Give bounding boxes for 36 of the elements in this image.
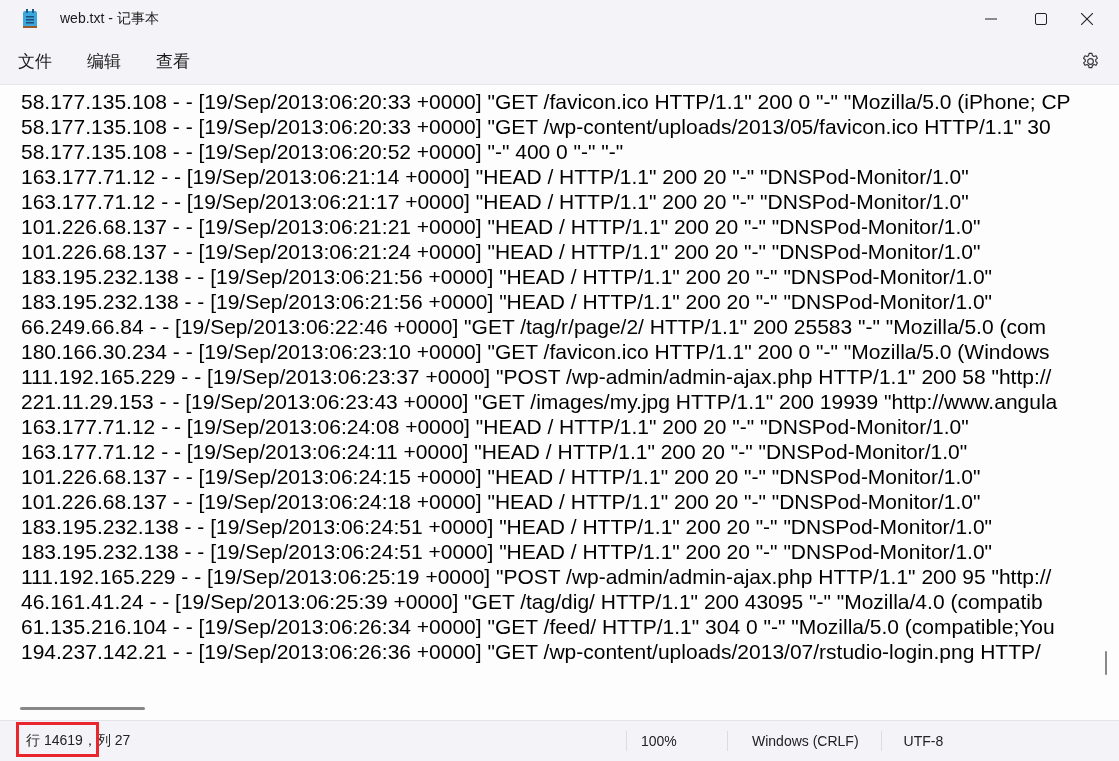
text-line: 163.177.71.12 - - [19/Sep/2013:06:24:11 +0000] "HEAD / HTTP/1.1" 200 20 "-" "DNSPod-Monitor/1.0" [21,439,968,464]
text-line: 183.195.232.138 - - [19/Sep/2013:06:24:51 +0000] "HEAD / HTTP/1.1" 200 20 "-" "DNSPod-Monitor/1.0" [21,539,993,564]
menu-item[interactable]: 编辑 [87,49,121,73]
text-line: 46.161.41.24 - - [19/Sep/2013:06:25:39 +0000] "GET /tag/dig/ HTTP/1.1" 200 43095 "-" "Mozilla/4.0 (compatib [21,589,1043,614]
text-line: 183.195.232.138 - - [19/Sep/2013:06:21:56 +0000] "HEAD / HTTP/1.1" 200 20 "-" "DNSPod-Monitor/1.0" [21,264,993,289]
line-ending: Windows (CRLF) [751,733,860,749]
menu-item[interactable]: 文件 [18,49,52,73]
text-line: 183.195.232.138 - - [19/Sep/2013:06:21:56 +0000] "HEAD / HTTP/1.1" 200 20 "-" "DNSPod-Monitor/1.0" [21,289,993,314]
zoom-level: 100% [640,733,678,749]
text-line: 111.192.165.229 - - [19/Sep/2013:06:25:19 +0000] "POST /wp-admin/admin-ajax.php HTTP/1.1" 200 95 "http:// [21,564,1052,589]
text-line: 180.166.30.234 - - [19/Sep/2013:06:23:10 +0000] "GET /favicon.ico HTTP/1.1" 200 0 "-" "Mozilla/5.0 (Windows [21,339,1050,364]
notepad-icon [22,9,38,29]
text-line: 66.249.66.84 - - [19/Sep/2013:06:22:46 +0000] "GET /tag/r/page/2/ HTTP/1.1" 200 25583 "-" "Mozilla/5.0 (com [21,314,1047,339]
text-line: 58.177.135.108 - - [19/Sep/2013:06:20:33 +0000] "GET /favicon.ico HTTP/1.1" 200 0 "-" "Mozilla/5.0 (iPhone; CP [21,89,1071,114]
close-icon[interactable] [1081,13,1093,25]
text-line: 194.237.142.21 - - [19/Sep/2013:06:26:36 +0000] "GET /wp-content/uploads/2013/07/rstudio-login.png HTTP/ [21,639,1041,664]
text-line: 101.226.68.137 - - [19/Sep/2013:06:21:21 +0000] "HEAD / HTTP/1.1" 200 20 "-" "DNSPod-Monitor/1.0" [21,214,981,239]
menu-item[interactable]: 查看 [156,49,190,73]
scrollbar-thumb[interactable] [20,707,145,710]
text-line: 183.195.232.138 - - [19/Sep/2013:06:24:51 +0000] "HEAD / HTTP/1.1" 200 20 "-" "DNSPod-Monitor/1.0" [21,514,993,539]
scrollbar-thumb[interactable] [1105,651,1107,675]
text-line: 61.135.216.104 - - [19/Sep/2013:06:26:34 +0000] "GET /feed/ HTTP/1.1" 304 0 "-" "Mozilla/5.0 (compatible;You [21,614,1055,639]
text-line: 221.11.29.153 - - [19/Sep/2013:06:23:43 +0000] "GET /images/my.jpg HTTP/1.1" 200 19939 "http://www.angula [21,389,1058,414]
text-line: 163.177.71.12 - - [19/Sep/2013:06:21:17 +0000] "HEAD / HTTP/1.1" 200 20 "-" "DNSPod-Monitor/1.0" [21,189,969,214]
text-line: 163.177.71.12 - - [19/Sep/2013:06:24:08 +0000] "HEAD / HTTP/1.1" 200 20 "-" "DNSPod-Monitor/1.0" [21,414,969,439]
settings-icon[interactable] [1081,51,1100,71]
text-line: 101.226.68.137 - - [19/Sep/2013:06:24:18 +0000] "HEAD / HTTP/1.1" 200 20 "-" "DNSPod-Monitor/1.0" [21,489,981,514]
encoding: UTF-8 [902,733,944,749]
text-line: 101.226.68.137 - - [19/Sep/2013:06:24:15 +0000] "HEAD / HTTP/1.1" 200 20 "-" "DNSPod-Monitor/1.0" [21,464,981,489]
text-line: 58.177.135.108 - - [19/Sep/2013:06:20:33 +0000] "GET /wp-content/uploads/2013/05/favicon.ico HTTP/1.1" 30 [21,114,1051,139]
text-line: 111.192.165.229 - - [19/Sep/2013:06:23:37 +0000] "POST /wp-admin/admin-ajax.php HTTP/1.1" 200 58 "http:// [21,364,1052,389]
text-line: 58.177.135.108 - - [19/Sep/2013:06:20:52 +0000] "-" 400 0 "-" "-" [21,139,624,164]
text-line: 163.177.71.12 - - [19/Sep/2013:06:21:14 +0000] "HEAD / HTTP/1.1" 200 20 "-" "DNSPod-Monitor/1.0" [21,164,969,189]
maximize-icon[interactable] [1035,13,1047,25]
window-title: web.txt - 记事本 [60,10,159,28]
text-line: 101.226.68.137 - - [19/Sep/2013:06:21:24 +0000] "HEAD / HTTP/1.1" 200 20 "-" "DNSPod-Monitor/1.0" [21,239,981,264]
